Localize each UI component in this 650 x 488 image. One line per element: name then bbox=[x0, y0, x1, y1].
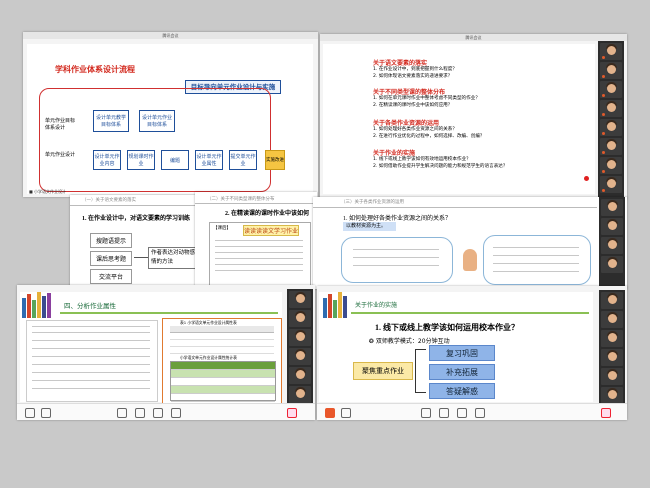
screenshot-mid-right: （三）关于各类作业资源的运用 1. 如何处理好各类作业资源之间的关系？ 以教材资… bbox=[313, 197, 627, 289]
record-indicator bbox=[584, 176, 589, 181]
sidebar-label-2: 单元作业设计 bbox=[45, 152, 76, 158]
end-meeting-icon[interactable] bbox=[601, 408, 611, 418]
video-sidebar bbox=[287, 289, 313, 420]
screenshot-top-left: 腾讯会议 学科作业体系设计流程 目标导向单元作业设计与实施 单元作业目标体系设计… bbox=[23, 32, 318, 197]
flow-frame bbox=[39, 88, 271, 192]
box-attributes: 设计单元作业属性 bbox=[195, 150, 223, 170]
screenshot-bottom-left: 四、分析作业属性 表1 小学语文单元作业设计属性表 小学语文单元作业设计属性统计… bbox=[17, 285, 315, 420]
qa-button: 答疑解惑 bbox=[429, 383, 495, 399]
header-rule bbox=[351, 312, 589, 314]
slide-header: 四、分析作业属性 bbox=[64, 302, 116, 310]
record-icon[interactable] bbox=[171, 408, 181, 418]
meeting-toolbar bbox=[17, 403, 315, 420]
chat-icon[interactable] bbox=[153, 408, 163, 418]
side-tag: 实施改进 bbox=[265, 150, 285, 170]
section1-item-1: 1. 在作业设计中，到底把握到什么程度？ bbox=[373, 67, 457, 72]
box-teaching-goals: 设计单元教学目标体系 bbox=[93, 110, 129, 132]
window-title: 腾讯会议 bbox=[320, 34, 627, 41]
mic-icon[interactable] bbox=[25, 408, 35, 418]
worksheet-label: 【课后】 bbox=[213, 226, 231, 231]
bottom-caption: ■ 小学语文作业设计 bbox=[29, 189, 67, 194]
highlight: 以教材资源为主。 bbox=[343, 222, 396, 231]
arrow bbox=[134, 257, 148, 258]
section4-item-1: 1. 线下或线上教学该如何有效地运用校本作业？ bbox=[373, 157, 471, 162]
cartoon-figure bbox=[463, 249, 477, 271]
section3-item-1: 1. 如何处理好各类作业资源之间的关系？ bbox=[373, 127, 457, 132]
box-submit: 提交单元作业 bbox=[229, 150, 257, 170]
screenshot-mid-center: （二）关于不同类型课的整体分布 2. 在精读课的课时作业中该如何 【课后】 读读… bbox=[195, 192, 317, 287]
share-icon[interactable] bbox=[117, 408, 127, 418]
screenshot-top-right: 腾讯会议 关于语文要素的落实 1. 在作业设计中，到底把握到什么程度？ 2. 如… bbox=[320, 34, 627, 199]
review-button: 复习巩固 bbox=[429, 345, 495, 361]
slide-header: 关于作业的实施 bbox=[355, 302, 398, 309]
video-sidebar bbox=[599, 290, 625, 420]
camera-icon[interactable] bbox=[341, 408, 351, 418]
slide: 四、分析作业属性 表1 小学语文单元作业设计属性表 小学语文单元作业设计属性统计… bbox=[20, 292, 282, 404]
extend-button: 补充拓展 bbox=[429, 364, 495, 380]
pill-after-class: 课后思考题 bbox=[90, 251, 132, 266]
mic-icon[interactable] bbox=[325, 408, 335, 418]
meeting-toolbar bbox=[317, 403, 627, 420]
question: 1. 线下或线上教学该如何运用校本作业？ bbox=[375, 323, 519, 332]
mode-line: ❂ 双师教学模式：20分钟互动 bbox=[369, 338, 450, 345]
section2-item-2: 2. 在精读课的课时作业中该如何应用？ bbox=[373, 103, 453, 108]
box-homework-goals: 设计单元作业目标体系 bbox=[139, 110, 175, 132]
section2-item-1: 1. 如何在单元课时作业中整体考虑不同类型的作业？ bbox=[373, 96, 480, 101]
heading: 1. 在作业设计中，对语文要素的学习训练 bbox=[82, 216, 191, 222]
camera-icon[interactable] bbox=[41, 408, 51, 418]
bookshelf-icon bbox=[22, 292, 52, 320]
sidebar-label-1: 单元作业目标体系设计 bbox=[45, 118, 76, 131]
speech-bubble-left bbox=[341, 237, 453, 283]
slide-title: 学科作业体系设计流程 bbox=[55, 65, 135, 74]
share-icon[interactable] bbox=[421, 408, 431, 418]
pill-search-tip: 搜题语提示 bbox=[90, 233, 132, 248]
header-rule bbox=[195, 203, 317, 204]
slide: 学科作业体系设计流程 目标导向单元作业设计与实施 单元作业目标体系设计 单元作业… bbox=[27, 44, 313, 194]
focus-box: 聚焦重点作业 bbox=[353, 362, 413, 380]
heading: 1. 如何处理好各类作业资源之间的关系？ bbox=[343, 216, 452, 222]
chat-icon[interactable] bbox=[457, 408, 467, 418]
box-homework-content: 设计单元作业内容 bbox=[93, 150, 121, 170]
stats-table bbox=[170, 361, 276, 402]
worksheet-subtitle: 读读读读文学习作业 bbox=[243, 225, 299, 236]
heading: 2. 在精读课的课时作业中该如何 bbox=[225, 211, 310, 217]
box-plan-lessons: 规划课时作业 bbox=[127, 150, 155, 170]
header-rule bbox=[70, 205, 214, 206]
participants-icon[interactable] bbox=[439, 408, 449, 418]
header-rule bbox=[60, 312, 278, 314]
result-box: 作者表达对动物感情的方法 bbox=[148, 247, 200, 269]
end-meeting-icon[interactable] bbox=[287, 408, 297, 418]
record-icon[interactable] bbox=[475, 408, 485, 418]
header-rule bbox=[313, 207, 597, 208]
video-sidebar bbox=[599, 197, 625, 289]
box-compose: 编题 bbox=[161, 150, 189, 170]
header-strip: （一）关于语文要素的落实 bbox=[82, 198, 136, 203]
slide: 关于作业的实施 1. 线下或线上教学该如何运用校本作业？ ❂ 双师教学模式：20… bbox=[319, 292, 593, 402]
header-strip: （二）关于不同类型课的整体分布 bbox=[207, 197, 275, 202]
window-title: 腾讯会议 bbox=[23, 32, 318, 39]
screenshot-bottom-right: 关于作业的实施 1. 线下或线上教学该如何运用校本作业？ ❂ 双师教学模式：20… bbox=[317, 286, 627, 420]
section3-item-2: 2. 在进行作业优化的过程中，如何选择、改编、创编？ bbox=[373, 134, 485, 139]
video-sidebar bbox=[598, 41, 624, 199]
section1-item-2: 2. 如何体现语文要素落实的递进要求？ bbox=[373, 74, 453, 79]
header-strip: （三）关于各类作业资源的运用 bbox=[341, 200, 404, 205]
pill-exchange: 交流平台 bbox=[90, 269, 132, 284]
participants-icon[interactable] bbox=[135, 408, 145, 418]
bracket bbox=[415, 349, 426, 393]
slide: 关于语文要素的落实 1. 在作业设计中，到底把握到什么程度？ 2. 如何体现语文… bbox=[323, 44, 595, 194]
section4-item-2: 2. 如何借助作业提升学生解决问题的能力和规范学生的语言表达？ bbox=[373, 164, 508, 169]
bookshelf-icon bbox=[323, 292, 348, 320]
speech-bubble-right bbox=[483, 235, 591, 285]
